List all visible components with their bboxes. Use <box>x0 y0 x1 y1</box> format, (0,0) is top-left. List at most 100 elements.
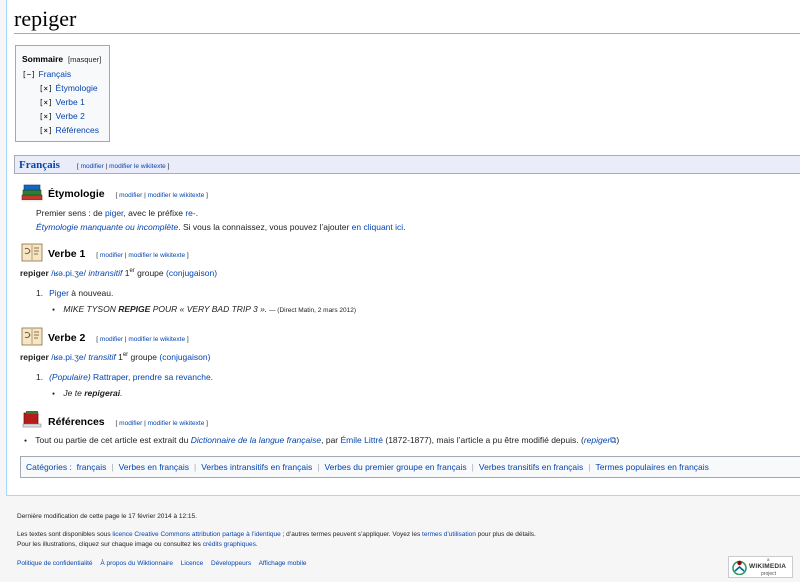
toc-item-verbe-1[interactable]: [×] Verbe 1 <box>39 97 85 107</box>
badge-small-text: a <box>767 557 770 562</box>
category-link[interactable]: Verbes en français <box>119 462 189 472</box>
text: , avec le préfixe <box>123 208 186 218</box>
text: , par <box>321 435 341 445</box>
piger-link[interactable]: Piger <box>49 288 69 298</box>
last-modified: Dernière modification de cette page le 1… <box>17 513 197 520</box>
references-heading: Références [ modifier | modifier le wiki… <box>48 416 208 428</box>
example-source: — (Direct Matin, 2 mars 2012) <box>267 307 357 314</box>
edit-links: [ modifier | modifier le wikitexte ] <box>96 336 188 343</box>
dictionary-link[interactable]: Dictionnaire de la langue française <box>191 435 321 445</box>
text: . <box>255 541 258 548</box>
verb1-headword-line: repiger /ʁə.pi.ʒe/ intransitif 1er group… <box>20 268 217 278</box>
text: . <box>195 208 199 218</box>
text: Les textes sont disponibles sous <box>17 531 113 538</box>
edit-link[interactable]: modifier <box>119 420 142 427</box>
toc-toggle[interactable]: [×] <box>39 126 53 135</box>
toc-toggle[interactable]: [×] <box>39 84 53 93</box>
edit-link[interactable]: modifier <box>100 252 123 259</box>
verb-type-link[interactable]: intransitif <box>88 268 122 278</box>
edit-wikitext-link[interactable]: modifier le wikitexte <box>128 252 185 259</box>
terms-link[interactable]: termes d’utilisation <box>422 531 476 538</box>
verb-type-link[interactable]: transitif <box>88 352 115 362</box>
click-here-link[interactable]: en cliquant ici <box>352 222 404 232</box>
text: (1872-1877), mais l’article a pu être mo… <box>383 435 584 445</box>
edit-link[interactable]: modifier <box>119 192 142 199</box>
toc-link[interactable]: Français <box>39 69 72 79</box>
toc-title: Sommaire <box>22 54 64 64</box>
language-header: Français [ modifier | modifier le wikite… <box>14 155 800 174</box>
etymology-line-2: Étymologie manquante ou incomplète. Si v… <box>36 222 406 232</box>
toc-toggle[interactable]: [×] <box>39 112 53 121</box>
text: pour plus de détails. <box>475 531 536 538</box>
privacy-link[interactable]: Politique de confidentialité <box>17 560 93 567</box>
text: Rattraper, prendre sa revanche. <box>90 372 214 382</box>
etymology-heading-text: Étymologie <box>48 188 105 200</box>
toc-link[interactable]: Verbe 1 <box>56 97 85 107</box>
wikimedia-logo-icon <box>732 560 747 575</box>
edit-wikitext-link[interactable]: modifier le wikitexte <box>109 163 166 170</box>
developers-link[interactable]: Développeurs <box>211 560 251 567</box>
separator: | <box>111 462 114 472</box>
def-number: 1. <box>36 288 44 298</box>
text: POUR « VERY BAD TRIP 3 ». <box>150 304 268 314</box>
images-line: Pour les illustrations, cliquez sur chaq… <box>17 541 258 548</box>
def-number: 1. <box>36 372 44 382</box>
category-link[interactable]: français <box>77 462 107 472</box>
verb1-definition: 1. Piger à nouveau. <box>36 288 113 298</box>
text: . <box>403 222 406 232</box>
etymology-missing-link[interactable]: Étymologie manquante ou incomplète <box>36 222 178 232</box>
wikimedia-badge[interactable]: a WIKIMEDIA project <box>728 556 793 578</box>
edit-link[interactable]: modifier <box>81 163 104 170</box>
toc-toggle[interactable]: [×] <box>39 98 53 107</box>
register-label-link[interactable]: (Populaire) <box>49 372 91 382</box>
text: ; d’autres termes peuvent s’appliquer. V… <box>280 531 423 538</box>
edit-wikitext-link[interactable]: modifier le wikitexte <box>128 336 185 343</box>
toc-link[interactable]: Références <box>56 125 99 135</box>
edit-bracket: ] <box>204 192 208 199</box>
toc-item-etymologie[interactable]: [×] Étymologie <box>39 83 98 93</box>
mobile-view-link[interactable]: Affichage mobile <box>259 560 307 567</box>
edit-wikitext-link[interactable]: modifier le wikitexte <box>148 192 205 199</box>
conjugation-link[interactable]: (conjugaison) <box>166 268 217 278</box>
title-rule <box>14 33 800 34</box>
references-item: Tout ou partie de cet article est extrai… <box>24 435 619 446</box>
separator: | <box>193 462 197 472</box>
verb2-example: Je te repigerai. <box>52 388 122 398</box>
edit-link[interactable]: modifier <box>100 336 123 343</box>
category-link[interactable]: Verbes intransitifs en français <box>201 462 312 472</box>
toc-item-verbe-2[interactable]: [×] Verbe 2 <box>39 111 85 121</box>
pronunciation-link[interactable]: /ʁə.pi.ʒe/ <box>51 268 86 278</box>
toc-toggle[interactable]: [−] <box>22 70 36 79</box>
toc-link[interactable]: Verbe 2 <box>56 111 85 121</box>
toc-item-references[interactable]: [×] Références <box>39 125 99 135</box>
edit-wikitext-link[interactable]: modifier le wikitexte <box>148 420 205 427</box>
text: groupe <box>128 352 158 362</box>
author-link[interactable]: Émile Littré <box>341 435 384 445</box>
verb2-heading: Verbe 2 [ modifier | modifier le wikitex… <box>48 332 189 344</box>
verb2-headword-line: repiger /ʁə.pi.ʒe/ transitif 1er groupe … <box>20 352 210 362</box>
category-link[interactable]: Verbes transitifs en français <box>479 462 583 472</box>
text: 1 <box>115 352 123 362</box>
text: Je te <box>63 388 85 398</box>
etymology-heading: Étymologie [ modifier | modifier le wiki… <box>48 188 208 200</box>
text: MIKE TYSON <box>63 304 119 314</box>
edit-bracket: ] <box>204 420 208 427</box>
pronunciation-link[interactable]: /ʁə.pi.ʒe/ <box>51 352 86 362</box>
category-link[interactable]: Termes populaires en français <box>596 462 709 472</box>
toc-item-francais[interactable]: [−] Français <box>22 69 71 79</box>
text: Premier sens : de <box>36 208 105 218</box>
category-link[interactable]: Verbes du premier groupe en français <box>324 462 466 472</box>
license-footer-link[interactable]: Licence <box>181 560 203 567</box>
source-link[interactable]: repiger <box>584 435 610 445</box>
license-link[interactable]: licence Creative Commons attribution par… <box>112 531 280 538</box>
toc-hide-link[interactable]: [masquer] <box>68 55 101 64</box>
separator: | <box>471 462 474 472</box>
toc-link[interactable]: Étymologie <box>56 83 98 93</box>
image-credits-link[interactable]: crédits graphiques <box>203 541 256 548</box>
piger-link[interactable]: piger <box>105 208 123 218</box>
language-title[interactable]: Français <box>19 159 60 171</box>
about-link[interactable]: À propos du Wiktionnaire <box>100 560 173 567</box>
categories-label[interactable]: Catégories : <box>26 462 72 472</box>
re-link[interactable]: re- <box>185 208 195 218</box>
conjugation-link[interactable]: (conjugaison) <box>159 352 210 362</box>
